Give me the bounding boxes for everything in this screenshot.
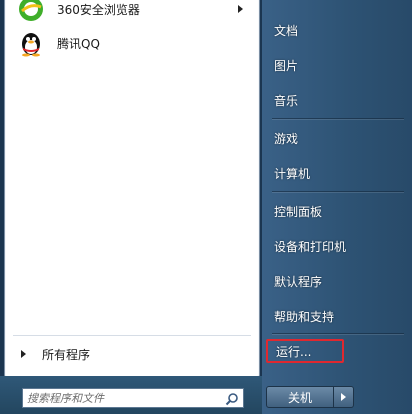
expand-arrow-icon (21, 350, 26, 358)
all-programs-label: 所有程序 (42, 347, 91, 362)
shutdown-options-button[interactable] (334, 386, 354, 408)
chevron-right-icon (341, 393, 346, 401)
360-browser-icon (17, 0, 45, 23)
divider (13, 335, 251, 336)
search-input[interactable] (27, 389, 223, 407)
programs-pane: 360安全浏览器 腾讯QQ 所有程序 (4, 0, 260, 378)
pinned-item-label: 腾讯QQ (57, 36, 100, 51)
menu-item-label: 图片 (274, 58, 299, 73)
pinned-item-360-browser[interactable]: 360安全浏览器 (11, 0, 253, 27)
menu-item-control-panel[interactable]: 控制面板 (266, 199, 406, 223)
menu-item-label: 文档 (274, 23, 299, 38)
submenu-arrow-icon[interactable] (238, 5, 243, 13)
places-pane: 文档 图片 音乐 游戏 计算机 控制面板 设备和打印机 默认程序 帮助和支持 运… (262, 0, 412, 414)
pinned-item-label: 360安全浏览器 (57, 2, 140, 17)
all-programs-button[interactable]: 所有程序 (13, 343, 251, 365)
search-box[interactable] (22, 388, 244, 408)
menu-item-label: 帮助和支持 (274, 309, 335, 324)
search-icon[interactable] (225, 391, 239, 406)
menu-item-label: 游戏 (274, 131, 299, 146)
menu-item-computer[interactable]: 计算机 (266, 161, 406, 185)
menu-item-label: 设备和打印机 (274, 239, 347, 254)
menu-item-run[interactable]: 运行... (266, 339, 344, 363)
menu-item-documents[interactable]: 文档 (266, 18, 406, 42)
search-area (0, 376, 262, 414)
pinned-item-qq[interactable]: 腾讯QQ (11, 25, 253, 61)
divider (272, 333, 404, 334)
menu-item-label: 默认程序 (274, 274, 323, 289)
menu-item-label: 计算机 (274, 166, 311, 181)
shutdown-button[interactable]: 关机 (266, 386, 334, 408)
menu-item-label: 控制面板 (274, 204, 323, 219)
qq-penguin-icon (17, 29, 45, 57)
menu-item-games[interactable]: 游戏 (266, 126, 406, 150)
menu-item-label: 运行... (276, 344, 312, 359)
menu-item-default-programs[interactable]: 默认程序 (266, 269, 406, 293)
menu-item-help-support[interactable]: 帮助和支持 (266, 304, 406, 328)
menu-item-music[interactable]: 音乐 (266, 88, 406, 112)
divider (272, 118, 404, 119)
divider (272, 191, 404, 192)
menu-item-devices-printers[interactable]: 设备和打印机 (266, 234, 406, 258)
menu-item-pictures[interactable]: 图片 (266, 53, 406, 77)
menu-item-label: 音乐 (274, 93, 299, 108)
